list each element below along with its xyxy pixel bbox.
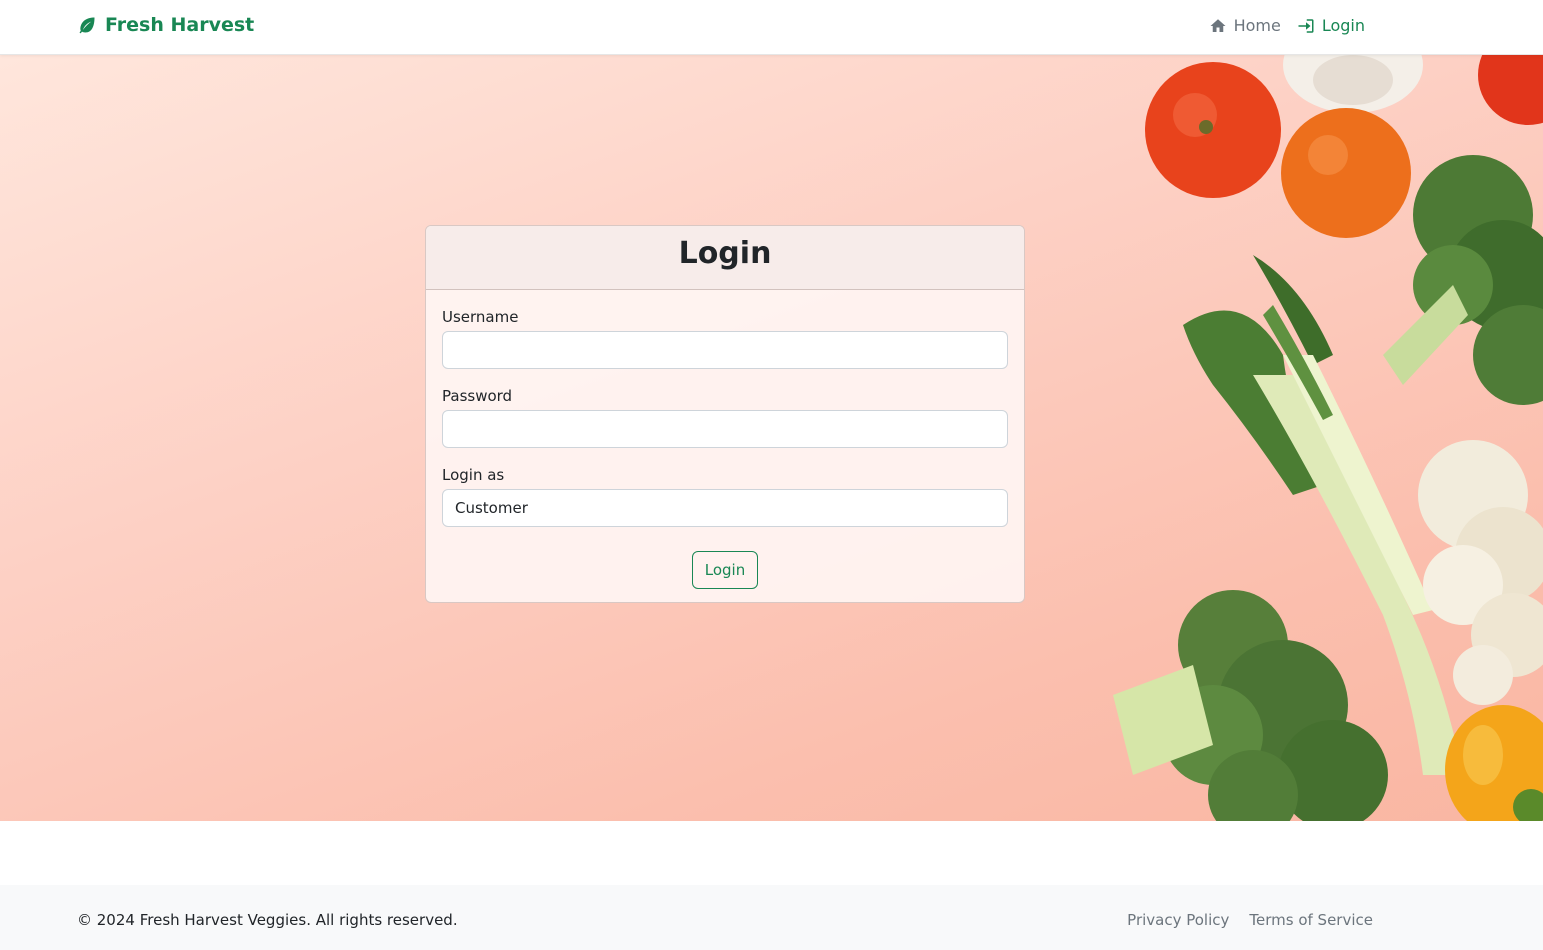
login-title: Login	[678, 236, 772, 271]
vegetables-image	[1113, 55, 1543, 821]
brand-name: Fresh Harvest	[105, 14, 255, 36]
login-form: Username Password Login as Customer Logi…	[426, 290, 1024, 589]
password-label: Password	[442, 387, 513, 405]
nav-home-label: Home	[1233, 16, 1281, 35]
footer-links: Privacy Policy Terms of Service	[1127, 911, 1373, 929]
leaf-icon	[79, 17, 95, 34]
brand-link[interactable]: Fresh Harvest	[77, 14, 254, 36]
house-icon	[1210, 18, 1226, 32]
hero-section: Login Username Password Login as Custome…	[0, 55, 1543, 821]
username-label: Username	[442, 308, 519, 326]
login-submit-button[interactable]: Login	[691, 551, 759, 589]
login-card-header: Login	[426, 226, 1024, 290]
copyright-text: © 2024 Fresh Harvest Veggies. All rights…	[77, 911, 458, 929]
terms-of-service-link[interactable]: Terms of Service	[1249, 911, 1373, 929]
login-as-select[interactable]: Customer	[442, 489, 1008, 527]
sign-in-icon	[1298, 18, 1314, 33]
nav-home-link[interactable]: Home	[1209, 16, 1281, 35]
nav-login-link[interactable]: Login	[1297, 16, 1365, 35]
navbar: Fresh Harvest Home Login	[0, 0, 1543, 55]
footer: © 2024 Fresh Harvest Veggies. All rights…	[0, 885, 1543, 950]
login-as-selected: Customer	[455, 499, 528, 517]
login-card: Login Username Password Login as Custome…	[425, 225, 1025, 603]
privacy-policy-link[interactable]: Privacy Policy	[1127, 911, 1229, 929]
password-input[interactable]	[442, 410, 1008, 448]
username-input[interactable]	[442, 331, 1008, 369]
submit-wrap: Login	[442, 551, 1008, 589]
nav-links: Home Login	[1209, 16, 1365, 35]
nav-login-label: Login	[1321, 16, 1365, 35]
login-as-label: Login as	[442, 466, 505, 484]
